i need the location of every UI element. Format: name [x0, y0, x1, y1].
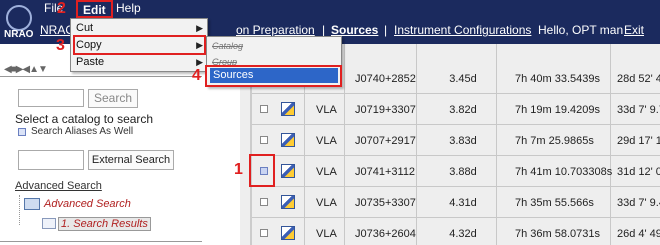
cell-distance: 3.88d: [449, 166, 477, 178]
highlight-box-copy: [73, 35, 206, 55]
callout-number-4: 4: [192, 67, 201, 84]
table-row[interactable]: VLA J0741+3112 3.88d 7h 41m 10.703308s 31d 1…: [252, 157, 660, 187]
nrao-logo: NRAO: [2, 2, 42, 42]
cell-distance: 4.32d: [449, 228, 477, 240]
cell-source-name: J0707+2917: [355, 135, 416, 147]
cell-distance: 3.83d: [449, 135, 477, 147]
cell-source-name: J0735+3307: [355, 197, 416, 209]
nav-separator: |: [384, 23, 388, 37]
table-row[interactable]: VLA J0719+3307 3.82d 7h 19m 19.4209s 33d 7' …: [252, 95, 660, 125]
advanced-search-link[interactable]: Advanced Search: [15, 180, 102, 192]
cell-right-ascension: 7h 40m 33.5439s: [515, 73, 601, 85]
cell-distance: 3.45d: [449, 73, 477, 85]
row-checkbox[interactable]: [260, 136, 268, 144]
table-row[interactable]: VLA J0736+2604 4.32d 7h 36m 58.0731s 26d 4' …: [252, 219, 660, 245]
menu-edit[interactable]: Edit: [76, 0, 113, 18]
nav-sources-link[interactable]: Sources: [331, 23, 378, 37]
cell-telescope: VLA: [316, 135, 337, 147]
table-row[interactable]: VLA J0735+3307 4.31d 7h 35m 55.566s 33d 7' 9…: [252, 188, 660, 218]
nav-preparation-link[interactable]: on Preparation: [236, 23, 315, 37]
cell-right-ascension: 7h 19m 19.4209s: [515, 104, 601, 116]
callout-number-3: 3: [56, 37, 65, 54]
external-search-button[interactable]: External Search: [88, 150, 174, 170]
cell-source-name: J0741+3112: [355, 166, 416, 178]
tree-connector: [19, 195, 20, 225]
menu-item-paste-label: Paste: [76, 56, 105, 68]
cell-declination: 26d 4' 49.9: [617, 228, 660, 240]
cell-right-ascension: 7h 7m 25.9865s: [515, 135, 594, 147]
toolbar-arrow-icons[interactable]: ◀■▶◀▲▼: [4, 64, 48, 75]
external-search-input[interactable]: [18, 150, 84, 170]
logo-ring-icon: [6, 5, 32, 31]
search-input[interactable]: [18, 89, 84, 107]
edit-source-icon[interactable]: [281, 195, 295, 209]
divider: [0, 76, 202, 77]
cell-declination: 33d 7' 9.71: [617, 104, 660, 116]
cell-telescope: VLA: [316, 197, 337, 209]
book-icon: [24, 198, 40, 210]
cell-source-name: J0740+2852: [355, 73, 416, 85]
left-panel: ◀■▶◀▲▼ Search Select a catalog to search…: [0, 44, 210, 245]
row-checkbox[interactable]: [260, 229, 268, 237]
cell-right-ascension: 7h 35m 55.566s: [515, 197, 594, 209]
menu-item-cut-label: Cut: [76, 22, 94, 34]
cell-declination: 31d 12' 0.22: [617, 166, 660, 178]
menu-help[interactable]: Help: [116, 1, 141, 15]
cell-distance: 4.31d: [449, 197, 477, 209]
tree-item-advanced-search[interactable]: Advanced Search: [44, 198, 131, 210]
nav-separator: |: [322, 23, 326, 37]
tree-item-search-results[interactable]: 1. Search Results: [58, 217, 151, 231]
table-row[interactable]: VLA J0707+2917 3.83d 7h 7m 25.9865s 29d 17' …: [252, 126, 660, 156]
row-checkbox[interactable]: [260, 198, 268, 206]
cell-right-ascension: 7h 41m 10.703308s: [515, 166, 613, 178]
callout-number-1: 1: [234, 161, 243, 178]
nav-instrument-configurations-link[interactable]: Instrument Configurations: [394, 23, 531, 37]
submenu-item-catalog: Catalog: [212, 41, 244, 51]
highlight-box-sources: [205, 65, 342, 87]
edit-source-icon[interactable]: [281, 102, 295, 116]
search-button[interactable]: Search: [88, 89, 138, 108]
cell-source-name: J0719+3307: [355, 104, 416, 116]
callout-number-2: 2: [57, 0, 66, 17]
highlight-box-checkbox: [249, 154, 275, 187]
exit-link[interactable]: Exit: [624, 23, 644, 37]
cell-distance: 3.82d: [449, 104, 477, 116]
cell-telescope: VLA: [316, 228, 337, 240]
edit-source-icon[interactable]: [281, 226, 295, 240]
cell-declination: 28d 52' 47.2: [617, 73, 660, 85]
edit-source-icon[interactable]: [281, 133, 295, 147]
cell-telescope: VLA: [316, 166, 337, 178]
page-icon: [42, 218, 56, 229]
cell-declination: 33d 7' 9.41: [617, 197, 660, 209]
logo-text: NRAO: [4, 29, 34, 40]
search-aliases-label: Search Aliases As Well: [31, 126, 134, 137]
select-catalog-label: Select a catalog to search: [15, 112, 154, 126]
search-aliases-checkbox[interactable]: [18, 128, 26, 136]
cell-declination: 29d 17' 18.6: [617, 135, 660, 147]
user-greeting: Hello, OPT man: [538, 23, 624, 37]
row-checkbox[interactable]: [260, 105, 268, 113]
menu-item-paste[interactable]: Paste ▶: [71, 54, 207, 71]
edit-source-icon[interactable]: [281, 164, 295, 178]
divider: [0, 241, 202, 242]
cell-source-name: J0736+2604: [355, 228, 416, 240]
cell-right-ascension: 7h 36m 58.0731s: [515, 228, 601, 240]
cell-telescope: VLA: [316, 104, 337, 116]
